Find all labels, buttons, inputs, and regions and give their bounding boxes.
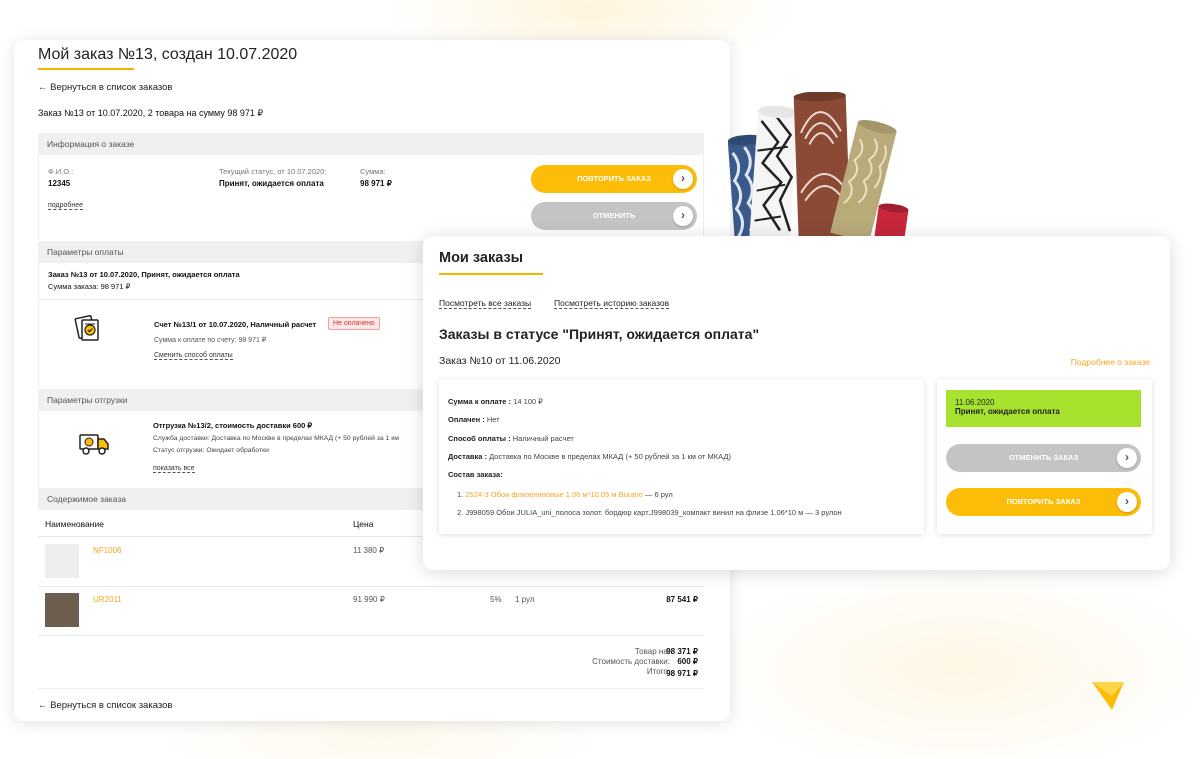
cancel-order-button[interactable]: Отменить заказ › xyxy=(946,444,1141,472)
list-item: 2. J998059 Обои JULIA_uni_полоса золот. … xyxy=(457,508,842,517)
amount-due-value: 14 100 ₽ xyxy=(511,397,543,406)
cancel-order-label: Отменить xyxy=(592,211,636,220)
product-discount: 5% xyxy=(490,595,502,604)
chevron-right-icon: › xyxy=(673,169,693,189)
page-title: Мой заказ №13, создан 10.07.2020 xyxy=(38,46,298,63)
product-quantity: 1 рул xyxy=(515,595,535,604)
goods-label: Товар на: xyxy=(634,647,670,656)
fio-value: 12345 xyxy=(48,179,71,188)
table-divider xyxy=(38,586,704,587)
repeat-order-label: Повторить заказ xyxy=(1006,497,1081,506)
product-link[interactable]: UR2011 xyxy=(93,595,122,604)
delivery-line: Доставка : Доставка по Москве в пределах… xyxy=(448,452,731,461)
back-to-orders-link-bottom[interactable]: ← Вернуться в список заказов xyxy=(38,700,172,711)
status-text: Принят, ожидается оплата xyxy=(955,407,1060,416)
section-header-info: Информация о заказе xyxy=(38,133,704,155)
status-label: Текущий статус, от 10.07.2020: xyxy=(219,167,327,176)
chevron-right-icon: › xyxy=(673,206,693,226)
cancel-order-button[interactable]: Отменить › xyxy=(531,202,697,230)
goods-value: 98 371 ₽ xyxy=(666,647,698,656)
payment-method-label: Способ оплаты : xyxy=(448,434,511,443)
order-item-link[interactable]: 2524-3 Обои флизелиновые 1,06 м*10,05 м … xyxy=(465,490,642,499)
order-info-box: Сумма к оплате : 14 100 ₽ Оплачен : Нет … xyxy=(439,379,924,534)
delivery-cost-value: 600 ₽ xyxy=(677,657,698,666)
delivery-value: Доставка по Москве в пределах МКАД (+ 50… xyxy=(487,452,731,461)
status-date: 11.06.2020 xyxy=(955,398,995,407)
order-item-name: J998059 Обои JULIA_uni_полоса золот. бор… xyxy=(465,508,804,517)
table-divider xyxy=(38,635,704,636)
status-badge: 11.06.2020 Принят, ожидается оплата xyxy=(946,390,1141,427)
product-price: 11 380 ₽ xyxy=(353,546,385,555)
order-details-link[interactable]: Подробнее о заказе xyxy=(1071,357,1150,367)
my-orders-card: Мои заказы Посмотреть все заказы Посмотр… xyxy=(423,236,1170,570)
shipment-title: Отгрузка №13/2, стоимость доставки 600 ₽ xyxy=(153,421,313,430)
repeat-order-button[interactable]: Повторить заказ › xyxy=(531,165,697,193)
list-item: 1. 2524-3 Обои флизелиновые 1,06 м*10,05… xyxy=(457,490,673,499)
paid-line: Оплачен : Нет xyxy=(448,415,500,424)
paid-label: Оплачен : xyxy=(448,415,485,424)
delivery-label: Доставка : xyxy=(448,452,488,461)
order-summary: Заказ №13 от 10.07.2020, 2 товара на сум… xyxy=(38,108,264,118)
paid-value: Нет xyxy=(484,415,500,424)
product-price: 91 990 ₽ xyxy=(353,595,385,604)
repeat-order-label: Повторить заказ xyxy=(577,174,651,183)
amount-due-label: Сумма к оплате : xyxy=(448,397,512,406)
table-bottom-border xyxy=(38,688,704,689)
payment-order-line: Заказ №13 от 10.07.2020, Принят, ожидает… xyxy=(48,270,240,279)
invoice-sum: Сумма к оплате по счету: 98 971 ₽ xyxy=(154,337,267,344)
cancel-order-label: Отменить заказ xyxy=(1008,453,1079,462)
repeat-order-button[interactable]: Повторить заказ › xyxy=(946,488,1141,516)
column-header-name: Наименование xyxy=(45,519,104,529)
chevron-right-icon: › xyxy=(1117,492,1137,512)
wallpaper-rolls-illustration xyxy=(728,92,909,240)
details-link[interactable]: подробнее xyxy=(48,202,84,210)
order-title: Заказ №10 от 11.06.2020 xyxy=(439,355,561,367)
product-link[interactable]: NF1006 xyxy=(93,546,121,555)
change-payment-link[interactable]: Сменить способ оплаты xyxy=(154,352,233,360)
product-thumbnail[interactable] xyxy=(45,544,79,578)
back-to-orders-link[interactable]: ← Вернуться в список заказов xyxy=(38,82,172,93)
payment-method-value: Наличный расчет xyxy=(510,434,574,443)
status-value: Принят, ожидается оплата xyxy=(219,179,324,188)
delivery-truck-icon xyxy=(79,434,109,455)
total-value: 98 971 ₽ xyxy=(666,669,698,678)
shipment-status: Статус отгрузки: Ожидает обработки xyxy=(153,447,269,454)
unpaid-badge: Не оплачено xyxy=(328,317,380,330)
column-header-price: Цена xyxy=(353,519,374,529)
background-glow xyxy=(700,560,1200,759)
payment-order-sum: Сумма заказа: 98 971 ₽ xyxy=(48,282,131,291)
product-total: 87 541 ₽ xyxy=(666,595,698,604)
sum-label: Сумма: xyxy=(360,167,386,176)
product-thumbnail[interactable] xyxy=(45,593,79,627)
shipment-service: Служба доставки: Доставка по Москве в пр… xyxy=(153,435,399,442)
amount-due-line: Сумма к оплате : 14 100 ₽ xyxy=(448,397,543,406)
payment-method-line: Способ оплаты : Наличный расчет xyxy=(448,434,574,443)
title-underline xyxy=(38,68,134,70)
composition-label: Состав заказа: xyxy=(448,470,503,479)
view-all-orders-link[interactable]: Посмотреть все заказы xyxy=(439,298,532,309)
show-all-link[interactable]: показать все xyxy=(153,465,195,473)
fio-label: Ф.И.О.: xyxy=(48,167,74,176)
title-underline xyxy=(439,273,543,275)
chevron-right-icon: › xyxy=(1117,448,1137,468)
info-section: Ф.И.О.: 12345 Текущий статус, от 10.07.2… xyxy=(38,155,704,240)
sum-value: 98 971 ₽ xyxy=(360,179,392,188)
my-orders-title: Мои заказы xyxy=(439,250,524,266)
status-heading: Заказы в статусе "Принят, ожидается опла… xyxy=(439,326,760,342)
view-order-history-link[interactable]: Посмотреть историю заказов xyxy=(554,298,670,309)
decorative-triangle-icon xyxy=(1092,682,1124,710)
delivery-cost-label: Стоимость доставки: xyxy=(592,657,670,666)
invoice-title: Счет №13/1 от 10.07.2020, Наличный расче… xyxy=(154,320,317,329)
invoice-icon xyxy=(74,314,99,341)
order-actions-box: 11.06.2020 Принят, ожидается оплата Отме… xyxy=(937,379,1152,534)
